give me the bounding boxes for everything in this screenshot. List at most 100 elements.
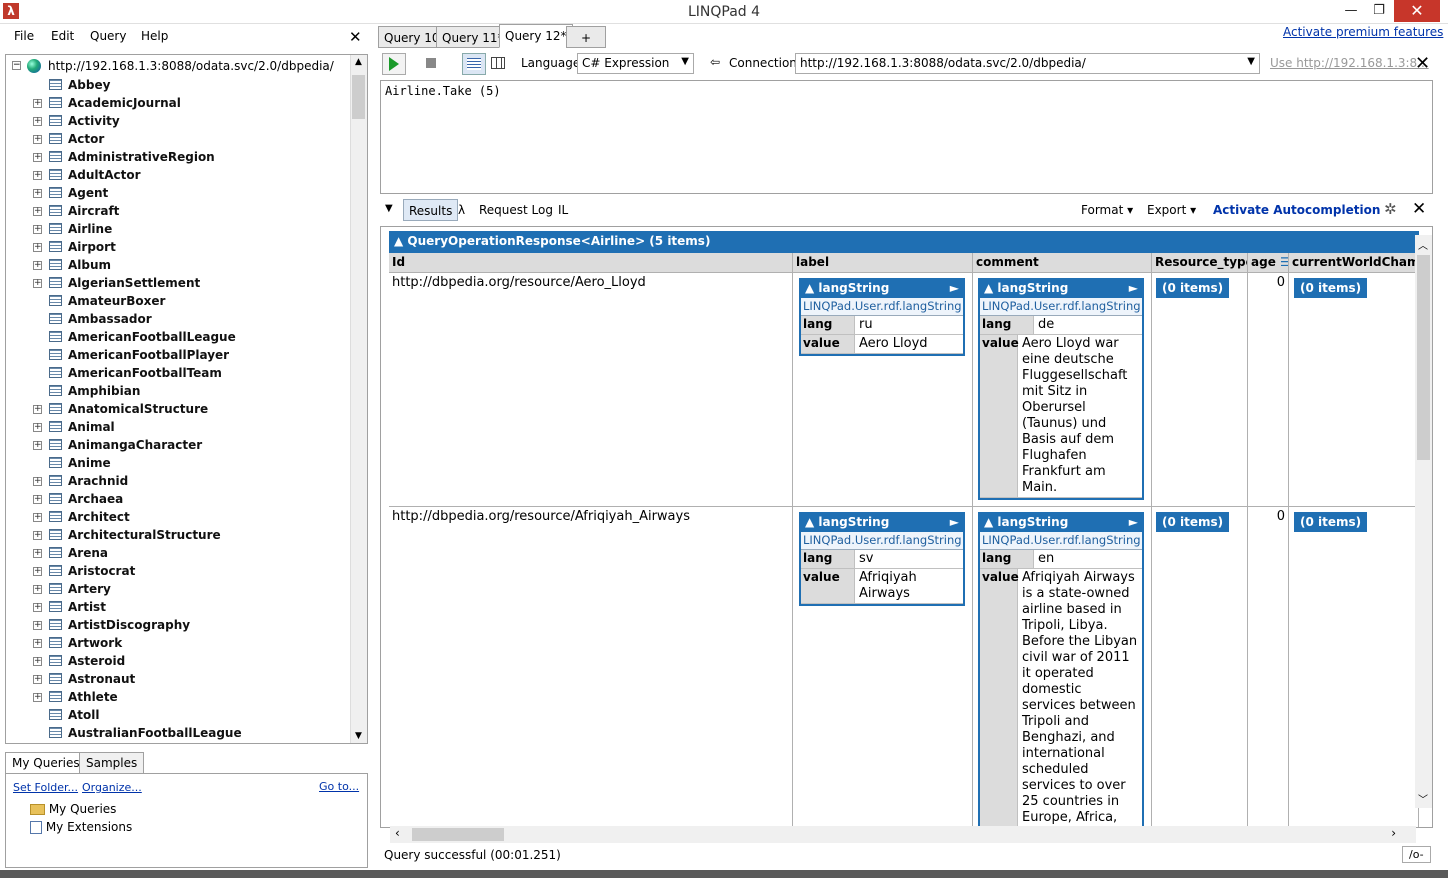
rich-text-results-button[interactable]	[462, 53, 486, 75]
tree-scrollbar[interactable]: ▲ ▼	[350, 55, 367, 743]
tree-item[interactable]: + Agent	[6, 185, 351, 203]
tree-item[interactable]: + AdministrativeRegion	[6, 149, 351, 167]
column-header-id[interactable]: Id	[389, 253, 793, 273]
tree-item[interactable]: + Animal	[6, 419, 351, 437]
tab-my-queries[interactable]: My Queries	[5, 752, 87, 774]
tree-item[interactable]: + ArtistDiscography	[6, 617, 351, 635]
tree-item[interactable]: + Arena	[6, 545, 351, 563]
tree-item[interactable]: + Artery	[6, 581, 351, 599]
tree-item[interactable]: + AcademicJournal	[6, 95, 351, 113]
expand-icon[interactable]: +	[33, 513, 42, 522]
langstring-header[interactable]: ▲ langString ►	[801, 514, 963, 532]
expand-arrow-icon[interactable]: ►	[1129, 515, 1138, 529]
menu-file[interactable]: File	[14, 29, 34, 43]
tree-item[interactable]: Atoll	[6, 707, 351, 725]
tree-item[interactable]: + Arachnid	[6, 473, 351, 491]
tree-item[interactable]: + AdultActor	[6, 167, 351, 185]
close-panel-icon[interactable]: ✕	[349, 28, 362, 46]
scroll-down-icon[interactable]: ﹀	[1418, 791, 1428, 806]
close-window-button[interactable]: ✕	[1394, 0, 1440, 22]
tab-il[interactable]: IL	[553, 199, 573, 221]
expand-icon[interactable]: +	[33, 441, 42, 450]
minimize-button[interactable]: —	[1336, 0, 1366, 22]
tree-item[interactable]: + Aircraft	[6, 203, 351, 221]
schema-tree[interactable]: − http://192.168.1.3:8088/odata.svc/2.0/…	[5, 54, 368, 744]
expand-icon[interactable]: +	[33, 405, 42, 414]
expand-icon[interactable]: +	[33, 603, 42, 612]
tab-samples[interactable]: Samples	[79, 752, 145, 774]
results-scroll-thumb[interactable]	[1417, 255, 1430, 460]
expand-arrow-icon[interactable]: ►	[1129, 281, 1138, 295]
tree-item[interactable]: + Astronaut	[6, 671, 351, 689]
expand-icon[interactable]: +	[33, 99, 42, 108]
column-header-label[interactable]: label	[793, 253, 973, 273]
expand-icon[interactable]: +	[33, 531, 42, 540]
tree-item[interactable]: AmateurBoxer	[6, 293, 351, 311]
tree-item[interactable]: AustralianFootballLeague	[6, 725, 351, 743]
tree-item[interactable]: + ArchitecturalStructure	[6, 527, 351, 545]
results-vertical-scrollbar[interactable]: ︿ ﹀	[1415, 235, 1432, 808]
export-menu[interactable]: Export ▾	[1147, 203, 1196, 217]
tree-item[interactable]: + Artist	[6, 599, 351, 617]
tree-item[interactable]: Ambassador	[6, 311, 351, 329]
tab-results[interactable]: Results	[403, 199, 459, 221]
tree-item[interactable]: + Album	[6, 257, 351, 275]
collapse-icon[interactable]: −	[12, 61, 21, 70]
column-menu-icon[interactable]: ☰	[1280, 255, 1288, 269]
expand-icon[interactable]: +	[33, 225, 42, 234]
language-select[interactable]: C# Expression ▼	[577, 53, 694, 74]
query-editor[interactable]: Airline.Take (5)	[380, 80, 1433, 194]
menu-help[interactable]: Help	[141, 29, 168, 43]
langstring-header[interactable]: ▲ langString ►	[801, 280, 963, 298]
organize-link[interactable]: Organize...	[82, 781, 142, 794]
tree-item[interactable]: AmericanFootballLeague	[6, 329, 351, 347]
menu-edit[interactable]: Edit	[51, 29, 74, 43]
expand-icon[interactable]: +	[33, 567, 42, 576]
resource-type-items-link[interactable]: (0 items)	[1156, 512, 1230, 532]
tree-item[interactable]: Abbey	[6, 77, 351, 95]
expand-icon[interactable]: +	[33, 243, 42, 252]
expand-icon[interactable]: +	[33, 171, 42, 180]
connection-select[interactable]: http://192.168.1.3:8088/odata.svc/2.0/db…	[795, 53, 1260, 74]
champion-items-link[interactable]: (0 items)	[1294, 512, 1368, 532]
menu-query[interactable]: Query	[90, 29, 126, 43]
tree-item[interactable]: + Actor	[6, 131, 351, 149]
tree-item[interactable]: AmericanFootballPlayer	[6, 347, 351, 365]
tab-query-12[interactable]: Query 12*	[499, 24, 573, 48]
tab-lambda[interactable]: λ	[453, 199, 470, 221]
tree-item[interactable]: + Architect	[6, 509, 351, 527]
restore-button[interactable]: ❐	[1364, 0, 1394, 22]
expand-icon[interactable]: +	[33, 549, 42, 558]
expand-icon[interactable]: +	[33, 621, 42, 630]
expand-icon[interactable]: +	[33, 675, 42, 684]
scroll-left-icon[interactable]: ‹	[395, 826, 400, 840]
scroll-up-icon[interactable]: ︿	[1418, 237, 1428, 252]
resource-type-items-link[interactable]: (0 items)	[1156, 278, 1230, 298]
set-folder-link[interactable]: Set Folder...	[13, 781, 78, 794]
column-header-resource-type[interactable]: Resource_type	[1152, 253, 1248, 273]
tree-item[interactable]: + Activity	[6, 113, 351, 131]
champion-items-link[interactable]: (0 items)	[1294, 278, 1368, 298]
expand-icon[interactable]: +	[33, 477, 42, 486]
my-extensions-item[interactable]: My Extensions	[30, 820, 132, 834]
tree-item[interactable]: + Archaea	[6, 491, 351, 509]
expand-icon[interactable]: +	[33, 153, 42, 162]
expand-icon[interactable]: +	[33, 117, 42, 126]
expand-icon[interactable]: +	[33, 261, 42, 270]
horizontal-scroll-thumb[interactable]	[412, 828, 504, 841]
tree-item[interactable]: + Athlete	[6, 689, 351, 707]
use-connection-link[interactable]: Use http://192.168.1.3:8...	[1270, 56, 1429, 70]
tree-item[interactable]: + Airport	[6, 239, 351, 257]
expand-icon[interactable]: +	[33, 135, 42, 144]
scroll-right-icon[interactable]: ›	[1391, 826, 1396, 840]
my-queries-folder[interactable]: My Queries	[30, 802, 116, 816]
run-button[interactable]	[382, 53, 406, 75]
close-results-icon[interactable]: ✕	[1412, 199, 1426, 219]
expand-icon[interactable]: +	[33, 657, 42, 666]
tab-request-log[interactable]: Request Log	[474, 199, 558, 221]
expand-arrow-icon[interactable]: ►	[950, 515, 959, 529]
expand-arrow-icon[interactable]: ►	[950, 281, 959, 295]
results-horizontal-scrollbar[interactable]: ‹ ›	[390, 826, 1416, 843]
expand-icon[interactable]: +	[33, 207, 42, 216]
tree-item[interactable]: + Aristocrat	[6, 563, 351, 581]
